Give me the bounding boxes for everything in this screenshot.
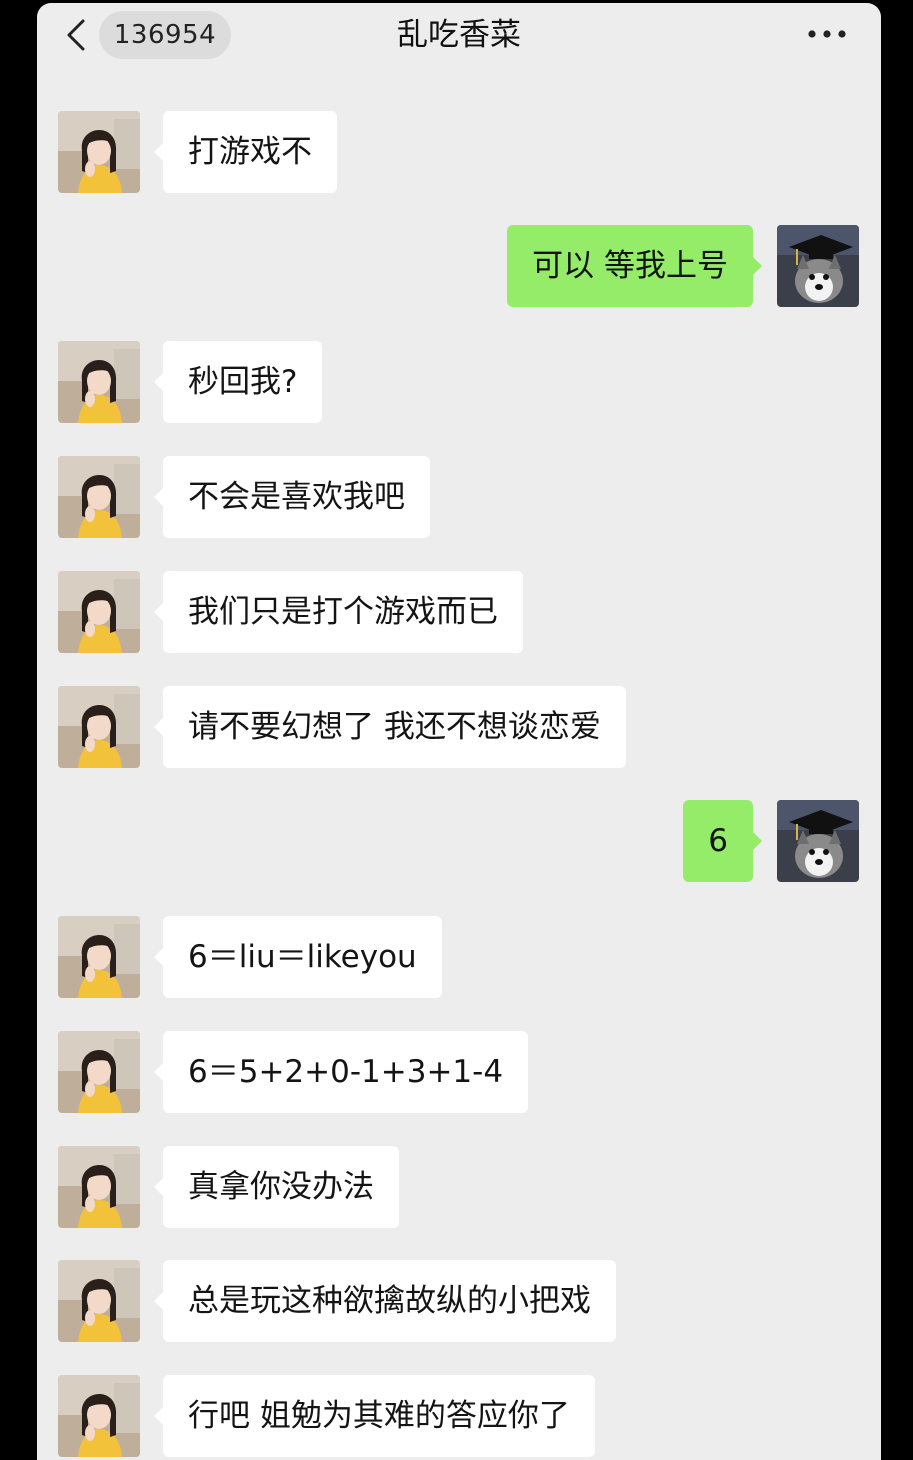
avatar-contact[interactable] bbox=[58, 1375, 140, 1457]
message-bubble-sent[interactable]: 6 bbox=[683, 800, 762, 882]
message-bubble-received[interactable]: 真拿你没办法 bbox=[154, 1146, 399, 1228]
contact-avatar-icon bbox=[58, 341, 140, 423]
message-row: 秒回我? bbox=[37, 341, 881, 423]
husky-graduate-avatar-icon bbox=[777, 800, 859, 882]
avatar-contact[interactable] bbox=[58, 686, 140, 768]
message-row: 请不要幻想了 我还不想谈恋爱 bbox=[37, 686, 881, 768]
message-row: 不会是喜欢我吧 bbox=[37, 456, 881, 538]
contact-avatar-icon bbox=[58, 456, 140, 538]
chevron-left-icon bbox=[67, 19, 85, 51]
message-bubble-received[interactable]: 我们只是打个游戏而已 bbox=[154, 571, 523, 653]
message-row: 总是玩这种欲擒故纵的小把戏 bbox=[37, 1260, 881, 1342]
contact-avatar-icon bbox=[58, 1146, 140, 1228]
avatar-contact[interactable] bbox=[58, 111, 140, 193]
avatar-contact[interactable] bbox=[58, 1031, 140, 1113]
back-button[interactable] bbox=[63, 17, 93, 53]
message-row: 可以 等我上号 bbox=[37, 225, 881, 307]
chat-header: 136954 乱吃香菜 bbox=[37, 3, 881, 65]
contact-avatar-icon bbox=[58, 111, 140, 193]
message-bubble-received[interactable]: 6＝5+2+0-1+3+1-4 bbox=[153, 1031, 529, 1113]
message-row: 6＝liu＝likeyou bbox=[37, 916, 881, 998]
message-bubble-received[interactable]: 秒回我? bbox=[153, 341, 323, 423]
avatar-contact[interactable] bbox=[58, 571, 140, 653]
avatar-self[interactable] bbox=[777, 225, 859, 307]
message-row: 6＝5+2+0-1+3+1-4 bbox=[37, 1031, 881, 1113]
contact-avatar-icon bbox=[58, 686, 140, 768]
avatar-contact[interactable] bbox=[58, 916, 140, 998]
contact-avatar-icon bbox=[58, 1260, 140, 1342]
message-bubble-received[interactable]: 请不要幻想了 我还不想谈恋爱 bbox=[154, 686, 626, 768]
message-bubble-received[interactable]: 6＝liu＝likeyou bbox=[154, 916, 442, 998]
message-row: 我们只是打个游戏而已 bbox=[37, 571, 881, 653]
message-bubble-received[interactable]: 不会是喜欢我吧 bbox=[154, 456, 430, 538]
contact-avatar-icon bbox=[58, 1031, 140, 1113]
avatar-contact[interactable] bbox=[58, 1146, 140, 1228]
message-row: 真拿你没办法 bbox=[37, 1146, 881, 1228]
avatar-contact[interactable] bbox=[58, 1260, 140, 1342]
unread-count-badge[interactable]: 136954 bbox=[99, 11, 231, 59]
message-bubble-sent[interactable]: 可以 等我上号 bbox=[507, 225, 762, 307]
message-row: 行吧 姐勉为其难的答应你了 bbox=[37, 1375, 881, 1457]
chat-title: 乱吃香菜 bbox=[397, 17, 521, 53]
message-row: 6 bbox=[37, 800, 881, 882]
message-bubble-received[interactable]: 行吧 姐勉为其难的答应你了 bbox=[154, 1375, 595, 1457]
message-bubble-received[interactable]: 打游戏不 bbox=[154, 111, 337, 193]
avatar-contact[interactable] bbox=[58, 341, 140, 423]
contact-avatar-icon bbox=[58, 571, 140, 653]
contact-avatar-icon bbox=[58, 1375, 140, 1457]
message-row: 打游戏不 bbox=[37, 111, 881, 193]
more-dots-icon bbox=[808, 30, 846, 38]
chat-window: 136954 乱吃香菜 打游戏不 可以 等我上号 秒回我? 不会是喜欢我吧 我们… bbox=[37, 3, 881, 1460]
husky-graduate-avatar-icon bbox=[777, 225, 859, 307]
avatar-contact[interactable] bbox=[58, 456, 140, 538]
message-bubble-received[interactable]: 总是玩这种欲擒故纵的小把戏 bbox=[154, 1260, 616, 1342]
contact-avatar-icon bbox=[58, 916, 140, 998]
avatar-self[interactable] bbox=[777, 800, 859, 882]
more-button[interactable] bbox=[803, 17, 851, 51]
